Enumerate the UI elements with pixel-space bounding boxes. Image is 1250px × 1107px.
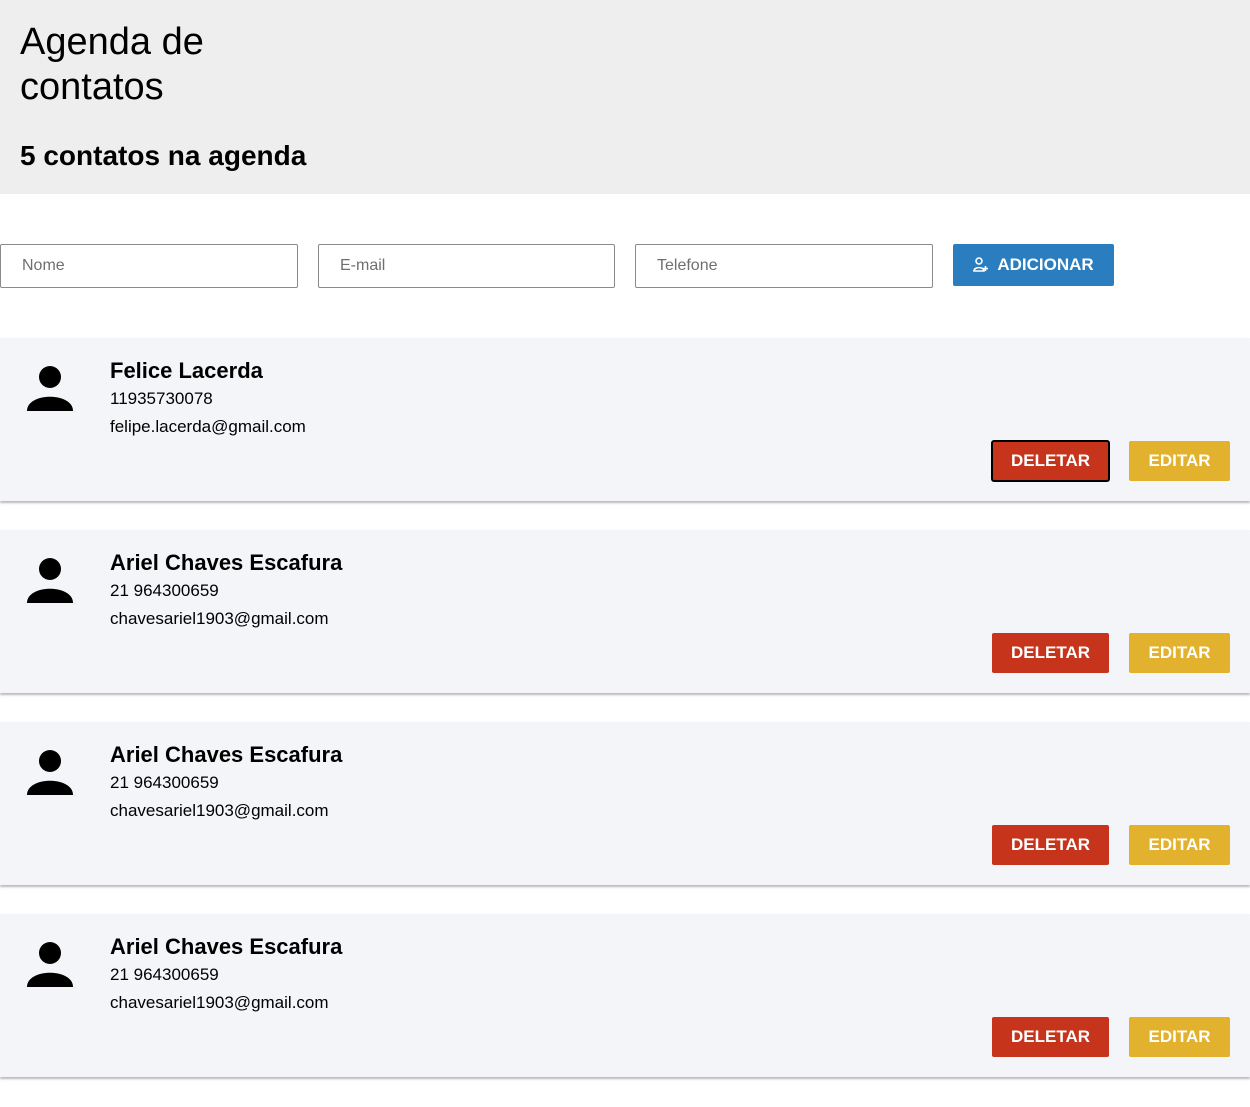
delete-button[interactable]: DELETAR xyxy=(991,440,1110,482)
delete-button[interactable]: DELETAR xyxy=(992,825,1109,865)
add-contact-form: ADICIONAR xyxy=(0,244,1250,288)
page-header: Agenda de contatos 5 contatos na agenda xyxy=(0,0,1250,194)
contact-card: Ariel Chaves Escafura 21 964300659 chave… xyxy=(0,914,1250,1077)
contact-email: chavesariel1903@gmail.com xyxy=(110,609,329,628)
contact-card: Ariel Chaves Escafura 21 964300659 chave… xyxy=(0,722,1250,885)
email-input[interactable] xyxy=(318,244,615,288)
delete-button[interactable]: DELETAR xyxy=(992,1017,1109,1057)
person-icon xyxy=(26,556,74,604)
contact-phone: 21 964300659 xyxy=(110,773,219,792)
contact-name: Ariel Chaves Escafura xyxy=(110,934,343,959)
add-user-icon xyxy=(973,257,989,273)
contact-email: chavesariel1903@gmail.com xyxy=(110,993,329,1012)
person-icon xyxy=(26,940,74,988)
delete-button[interactable]: DELETAR xyxy=(992,633,1109,673)
edit-button[interactable]: EDITAR xyxy=(1129,825,1230,865)
contact-email: felipe.lacerda@gmail.com xyxy=(110,417,306,436)
contact-phone: 11935730078 xyxy=(110,389,213,408)
contact-count: 5 contatos na agenda xyxy=(20,140,307,171)
phone-input[interactable] xyxy=(635,244,933,288)
contact-card: Felice Lacerda 11935730078 felipe.lacerd… xyxy=(0,338,1250,501)
contact-phone: 21 964300659 xyxy=(110,581,219,600)
contact-name: Ariel Chaves Escafura xyxy=(110,742,343,767)
contact-name: Felice Lacerda xyxy=(110,358,263,383)
add-contact-label: ADICIONAR xyxy=(997,255,1094,274)
contact-card: Ariel Chaves Escafura 21 964300659 chave… xyxy=(0,530,1250,693)
edit-button[interactable]: EDITAR xyxy=(1129,633,1230,673)
add-contact-button[interactable]: ADICIONAR xyxy=(953,244,1114,286)
contact-phone: 21 964300659 xyxy=(110,965,219,984)
person-icon xyxy=(26,364,74,412)
page-title: Agenda de contatos xyxy=(20,21,204,108)
edit-button[interactable]: EDITAR xyxy=(1129,1017,1230,1057)
edit-button[interactable]: EDITAR xyxy=(1129,441,1230,481)
person-icon xyxy=(26,748,74,796)
name-input[interactable] xyxy=(0,244,298,288)
contact-email: chavesariel1903@gmail.com xyxy=(110,801,329,820)
contact-name: Ariel Chaves Escafura xyxy=(110,550,343,575)
